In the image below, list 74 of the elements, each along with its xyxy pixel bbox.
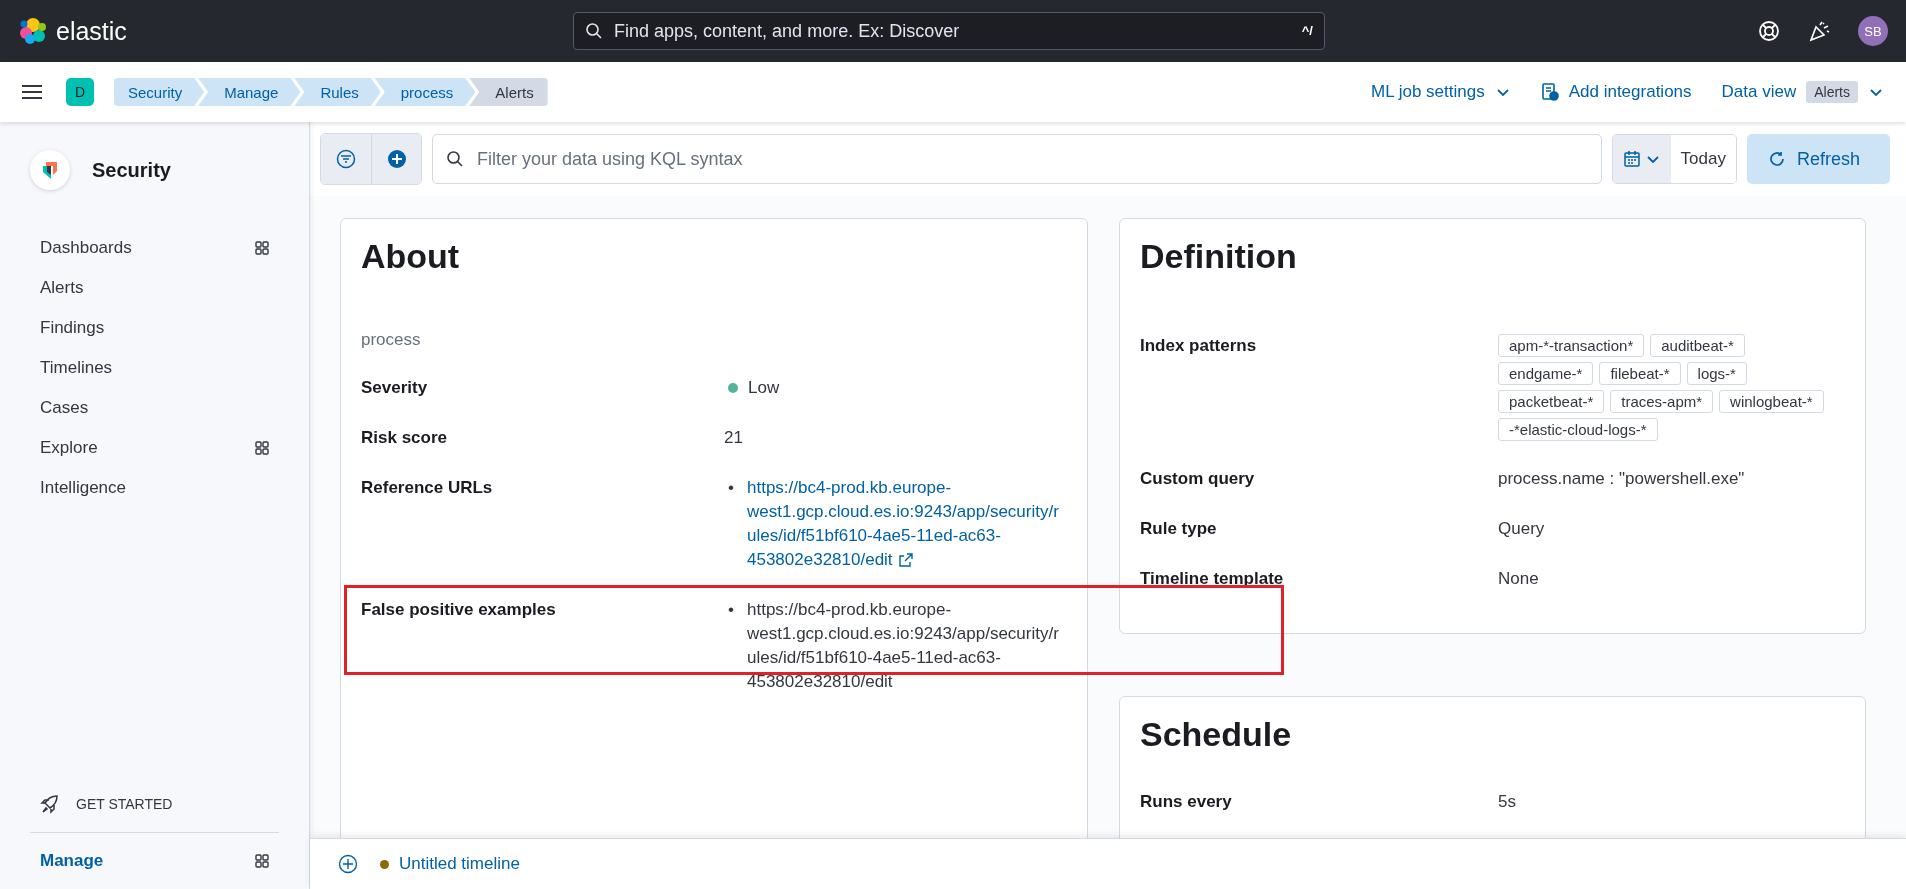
field-value: 21 (724, 428, 743, 447)
nav-item[interactable]: Cases (30, 388, 279, 428)
index-pattern-badge: -*elastic-cloud-logs-* (1498, 418, 1658, 441)
bullet: • (727, 599, 735, 621)
nav-item[interactable]: Dashboards (30, 228, 279, 268)
query-field[interactable]: Filter your data using KQL syntax (432, 134, 1602, 184)
index-pattern-badge: auditbeat-* (1650, 334, 1745, 357)
field-value: 5s (1498, 792, 1516, 811)
user-avatar[interactable]: SB (1858, 16, 1888, 46)
field-label: Reference URLs (361, 477, 494, 499)
get-started-link[interactable]: GET STARTED (30, 776, 279, 833)
add-integrations-button[interactable]: Add integrations (1540, 82, 1692, 102)
field-value: None (1498, 569, 1539, 588)
app-title: Security (92, 158, 171, 182)
bullet: • (727, 477, 735, 499)
index-pattern-badge: apm-*-transaction* (1498, 334, 1645, 357)
space-avatar[interactable]: D (66, 78, 94, 106)
field-label: Index patterns (1140, 335, 1258, 357)
index-pattern-badge: winlogbeat-* (1719, 390, 1824, 413)
breadcrumb[interactable]: process (374, 78, 476, 106)
field-value: Low (748, 377, 780, 399)
help-icon[interactable] (1758, 20, 1780, 42)
elastic-logo-icon (18, 16, 48, 46)
data-view-label: Data view (1721, 82, 1797, 102)
field-label: Rule type (1140, 518, 1218, 540)
party-popper-icon[interactable] (1808, 20, 1830, 42)
field-label: Timeline template (1140, 568, 1285, 590)
field-value: Query (1498, 519, 1545, 538)
refresh-button[interactable]: Refresh (1746, 134, 1890, 184)
data-view-badge[interactable]: Alerts (1806, 81, 1858, 103)
field-label: Custom query (1140, 468, 1256, 490)
field-value: process.name : "powershell.exe" (1498, 469, 1745, 488)
rule-description: process (361, 330, 422, 350)
breadcrumb[interactable]: Alerts (469, 78, 548, 106)
date-quick-menu-button[interactable] (1612, 135, 1671, 183)
index-pattern-badge: packetbeat-* (1498, 390, 1605, 413)
add-timeline-icon[interactable] (338, 854, 358, 874)
nav-item[interactable]: Alerts (30, 268, 279, 308)
field-label: False positive examples (361, 599, 557, 621)
plus-circle-icon (386, 149, 407, 169)
breadcrumb[interactable]: Rules (294, 78, 381, 106)
field-value: https://bc4-prod.kb.europe-west1.gcp.cloud.es.io:9243/app/security/rules/id/f51bf610-4ae5-11ed-ac63-453802e32810/edit (747, 599, 1060, 693)
add-filter-button[interactable] (371, 134, 421, 184)
index-pattern-badge: traces-apm* (1610, 390, 1714, 413)
field-label: Severity (361, 377, 429, 399)
nav-item[interactable]: Findings (30, 308, 279, 348)
breadcrumb[interactable]: Manage (198, 78, 301, 106)
nav-item[interactable]: Explore (30, 428, 279, 468)
filter-icon (336, 149, 356, 169)
rocket-icon (40, 794, 60, 814)
filter-menu-button[interactable] (321, 134, 371, 184)
breadcrumb[interactable]: Security (114, 78, 205, 106)
integrations-icon (1540, 83, 1559, 101)
card-title: Definition (1140, 237, 1298, 276)
shortcut-hint: ^/ (1301, 23, 1313, 38)
refresh-icon (1768, 151, 1785, 167)
external-link-icon[interactable] (898, 553, 913, 567)
ml-job-settings-button[interactable]: ML job settings (1370, 82, 1511, 102)
nav-item[interactable]: Manage (30, 833, 279, 889)
nav-item[interactable]: Intelligence (30, 468, 279, 508)
calendar-icon (1622, 150, 1641, 168)
timeline-button[interactable]: Untitled timeline (380, 854, 520, 874)
index-pattern-badge: filebeat-* (1599, 362, 1681, 385)
shield-icon (41, 160, 59, 180)
index-pattern-badge: logs-* (1686, 362, 1747, 385)
field-label: Risk score (361, 427, 448, 449)
field-label: Runs every (1140, 791, 1233, 813)
menu-icon[interactable] (22, 84, 42, 100)
nav-item[interactable]: Timelines (30, 348, 279, 388)
card-title: Schedule (1140, 715, 1293, 754)
reference-link[interactable]: https://bc4-prod.kb.europe-west1.gcp.cloud.es.io:9243/app/security/rules/id/f51bf610-4ae5-11ed-ac63-453802e32810/edit (747, 476, 1067, 572)
logo-text[interactable]: elastic (56, 16, 127, 46)
index-pattern-badge: endgame-* (1498, 362, 1594, 385)
card-title: About (361, 237, 461, 276)
